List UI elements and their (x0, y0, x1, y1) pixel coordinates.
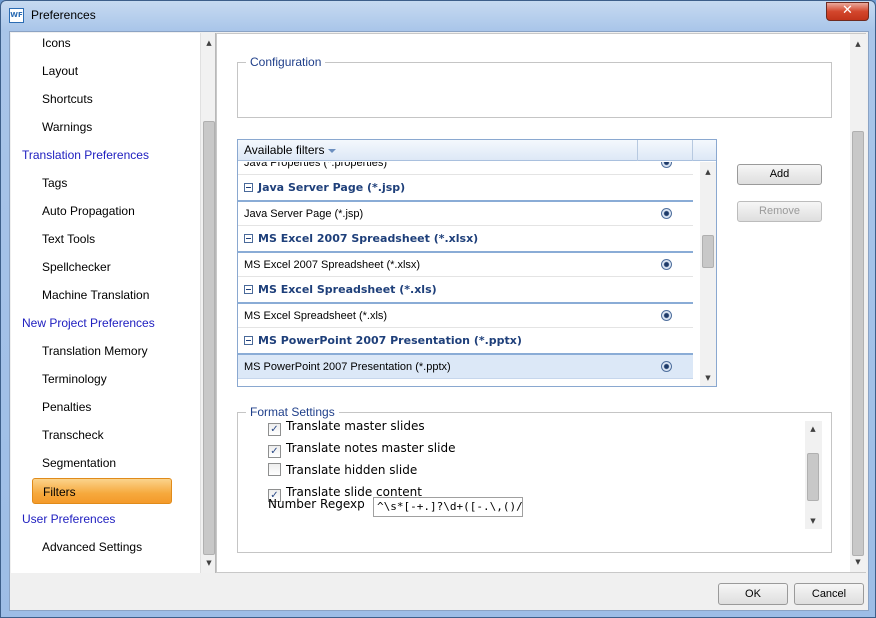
radio-button-icon[interactable] (661, 310, 672, 321)
filter-group-label: Java Server Page (*.jsp) (258, 181, 406, 194)
checkbox-checked-icon[interactable]: ✓ (268, 423, 281, 436)
radio-button-icon[interactable] (661, 162, 672, 168)
nav-item-icons[interactable]: Icons (42, 33, 71, 54)
grid-header-column-2[interactable] (638, 140, 693, 161)
filter-group-header[interactable]: Java Server Page (*.jsp) (238, 175, 693, 202)
filters-panel: Configuration Available filters Java Pro… (216, 33, 866, 573)
filter-row-label: MS Excel Spreadsheet (*.xls) (244, 310, 388, 322)
filter-row[interactable]: MS Excel Spreadsheet (*.xls) (238, 304, 693, 328)
scroll-down-arrow-icon[interactable]: ▼ (805, 513, 821, 529)
filter-row[interactable]: Java Server Page (*.jsp) (238, 202, 693, 226)
remove-button[interactable]: Remove (737, 201, 822, 222)
scroll-up-arrow-icon[interactable]: ▲ (201, 35, 215, 51)
nav-scroll-thumb[interactable] (203, 121, 215, 555)
preferences-window: WF Preferences ✕ Icons Layout Shortcuts War… (0, 0, 876, 618)
nav-item-transcheck[interactable]: Transcheck (42, 424, 104, 446)
main-scroll-thumb[interactable] (852, 131, 864, 556)
available-filters-grid: Available filters Java Properties (*.pro… (237, 139, 717, 387)
filter-row[interactable]: MS PowerPoint 2007 Presentation (*.pptx) (238, 355, 693, 379)
nav-item-layout[interactable]: Layout (42, 60, 78, 82)
app-icon: WF (9, 8, 24, 23)
main-scrollbar[interactable]: ▲ ▼ (850, 34, 866, 572)
nav-scrollbar[interactable]: ▲ ▼ (200, 33, 215, 573)
grid-header-column-3 (693, 140, 716, 161)
add-button[interactable]: Add (737, 164, 822, 185)
filter-row-label: Java Server Page (*.jsp) (244, 208, 364, 220)
cancel-button[interactable]: Cancel (794, 583, 864, 605)
filter-row-label: Java Properties (*.properties) (244, 162, 388, 169)
nav-item-shortcuts[interactable]: Shortcuts (42, 88, 93, 110)
available-filters-column-header[interactable]: Available filters (238, 140, 638, 161)
scroll-down-arrow-icon[interactable]: ▼ (201, 555, 215, 571)
filter-row-label: MS PowerPoint 2007 Presentation (*.pptx) (244, 361, 451, 373)
nav-item-tags[interactable]: Tags (42, 172, 67, 194)
filter-row[interactable]: Java Properties (*.properties) (238, 162, 693, 175)
option-label: Translate notes master slide (286, 441, 456, 455)
scroll-down-arrow-icon[interactable]: ▼ (700, 370, 716, 386)
option-translate-master-slides[interactable]: ✓ Translate master slides (268, 417, 425, 436)
format-settings-scroll-thumb[interactable] (807, 453, 819, 501)
format-settings-scrollbar[interactable]: ▲ ▼ (805, 421, 822, 529)
nav-item-user-preferences[interactable]: User Preferences (22, 508, 115, 530)
filter-group-label: MS Excel 2007 Spreadsheet (*.xlsx) (258, 232, 479, 245)
scroll-up-arrow-icon[interactable]: ▲ (850, 36, 866, 52)
format-settings-group: Format Settings ✓ Translate master slides… (237, 405, 832, 553)
grid-body: Java Properties (*.properties) Java Serve… (238, 162, 700, 386)
checkbox-unchecked-icon[interactable] (268, 463, 281, 476)
filter-group-header[interactable]: MS Excel Spreadsheet (*.xls) (238, 277, 693, 304)
radio-button-icon[interactable] (661, 208, 672, 219)
preferences-nav: Icons Layout Shortcuts Warnings Translation … (11, 33, 216, 573)
option-translate-hidden-slide[interactable]: Translate hidden slide (268, 461, 417, 479)
grid-scrollbar[interactable]: ▲ ▼ (700, 162, 716, 386)
nav-item-segmentation[interactable]: Segmentation (42, 452, 116, 474)
nav-item-filters[interactable]: Filters (32, 478, 172, 504)
available-filters-header-label: Available filters (244, 143, 325, 157)
collapse-icon[interactable] (244, 336, 253, 345)
checkbox-checked-icon[interactable]: ✓ (268, 445, 281, 458)
nav-item-penalties[interactable]: Penalties (42, 396, 91, 418)
scroll-down-arrow-icon[interactable]: ▼ (850, 554, 866, 570)
nav-item-translation-preferences[interactable]: Translation Preferences (22, 144, 149, 166)
nav-item-auto-propagation[interactable]: Auto Propagation (42, 200, 135, 222)
filter-group-header[interactable]: MS Excel 2007 Spreadsheet (*.xlsx) (238, 226, 693, 253)
configuration-label: Configuration (246, 55, 326, 69)
nav-item-warnings[interactable]: Warnings (42, 116, 92, 138)
collapse-icon[interactable] (244, 183, 253, 192)
nav-item-terminology[interactable]: Terminology (42, 368, 107, 390)
nav-item-text-tools[interactable]: Text Tools (42, 228, 95, 250)
collapse-icon[interactable] (244, 285, 253, 294)
scroll-up-arrow-icon[interactable]: ▲ (700, 164, 716, 180)
close-button[interactable]: ✕ (826, 2, 869, 21)
radio-button-icon[interactable] (661, 259, 672, 270)
filter-row-label: MS Excel 2007 Spreadsheet (*.xlsx) (244, 259, 421, 271)
filter-group-label: MS PowerPoint 2007 Presentation (*.pptx) (258, 334, 522, 347)
radio-button-icon[interactable] (661, 361, 672, 372)
filter-group-label: MS Excel Spreadsheet (*.xls) (258, 283, 437, 296)
scroll-up-arrow-icon[interactable]: ▲ (805, 421, 821, 437)
sort-arrow-icon (328, 148, 337, 153)
window-title: Preferences (31, 8, 96, 22)
nav-item-machine-translation[interactable]: Machine Translation (42, 284, 149, 306)
option-label: Translate hidden slide (286, 463, 418, 477)
grid-header: Available filters (238, 140, 716, 161)
number-regexp-label: Number Regexp String: (268, 497, 365, 511)
option-translate-notes-master-slide[interactable]: ✓ Translate notes master slide (268, 439, 456, 458)
dialog-client-area: Icons Layout Shortcuts Warnings Translation … (9, 31, 869, 611)
title-bar[interactable]: WF Preferences ✕ (1, 1, 875, 31)
nav-item-new-project-preferences[interactable]: New Project Preferences (22, 312, 155, 334)
ok-button[interactable]: OK (718, 583, 788, 605)
number-regexp-input[interactable]: ^\s*[-+.]?\d+([-.\,()/+* ] (373, 497, 523, 517)
nav-item-spellchecker[interactable]: Spellchecker (42, 256, 111, 278)
filter-group-header[interactable]: MS PowerPoint 2007 Presentation (*.pptx) (238, 328, 693, 355)
nav-item-translation-memory[interactable]: Translation Memory (42, 340, 148, 362)
configuration-group: Configuration (237, 55, 832, 118)
collapse-icon[interactable] (244, 234, 253, 243)
option-label: Translate master slides (286, 419, 425, 433)
grid-scroll-thumb[interactable] (702, 235, 714, 268)
nav-item-advanced-settings[interactable]: Advanced Settings (42, 536, 142, 558)
filter-row[interactable]: MS Excel 2007 Spreadsheet (*.xlsx) (238, 253, 693, 277)
